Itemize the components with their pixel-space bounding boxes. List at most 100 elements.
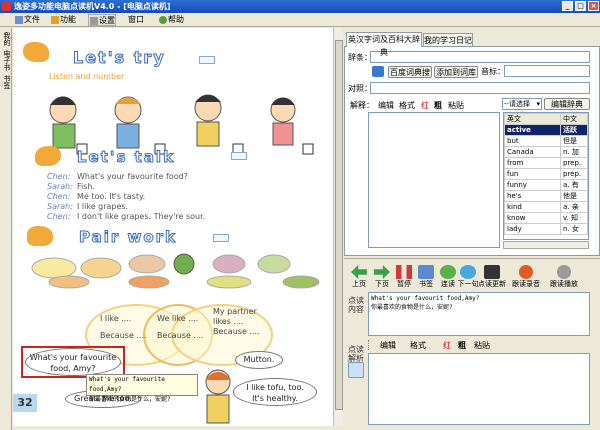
parse-format[interactable]: 格式 bbox=[410, 340, 426, 351]
content-textarea[interactable]: What's your favourit food,Amy? 你最喜欢的食物是什么… bbox=[368, 292, 590, 336]
wordlist-row[interactable]: funny a. 有 bbox=[504, 179, 588, 191]
dialog-line[interactable]: Chen: Me too. It's tasty. bbox=[47, 192, 205, 202]
side-tab-mine[interactable]: 我的 bbox=[1, 32, 11, 46]
venn-middle-text: We like .... Because .... bbox=[157, 314, 204, 340]
page-number: 32 bbox=[13, 394, 37, 412]
minimize-button[interactable]: _ bbox=[562, 1, 573, 11]
playback-button[interactable]: 跟读播放 bbox=[548, 265, 580, 288]
book-scrollbar[interactable] bbox=[333, 28, 343, 426]
toolbar-grip bbox=[368, 340, 374, 350]
continuous-read-button[interactable]: 连读 bbox=[438, 265, 458, 288]
parse-bold[interactable]: 粗 bbox=[458, 340, 466, 351]
side-tab-bookmark[interactable]: 书签 bbox=[1, 75, 11, 89]
word-list[interactable]: 英文 中文 active 活跃 but 但是 Canada n. 加 from prep.… bbox=[503, 112, 589, 240]
side-tab-ebook[interactable]: 电子书 bbox=[1, 50, 11, 71]
dialog-block: Chen: What's your favourite food? Sarah: F… bbox=[47, 172, 205, 222]
word-input[interactable] bbox=[370, 51, 590, 63]
continuous-icon bbox=[440, 265, 456, 279]
parse-edit[interactable]: 编辑 bbox=[380, 340, 396, 351]
magnifier-icon[interactable] bbox=[348, 362, 364, 378]
explain-edit[interactable]: 编辑 bbox=[378, 100, 394, 111]
translation-label: 对照： bbox=[348, 84, 372, 93]
baidu-dict-button[interactable]: 百度词典搜 bbox=[388, 66, 432, 78]
menu-window[interactable]: 窗口 bbox=[128, 14, 144, 26]
prev-page-button[interactable]: 上页 bbox=[349, 265, 369, 288]
close-button[interactable]: × bbox=[588, 1, 599, 11]
app-icon bbox=[2, 2, 11, 11]
dialog-line[interactable]: Sarah: Fish. bbox=[47, 182, 205, 192]
menu-help[interactable]: 帮助 bbox=[158, 14, 184, 26]
menu-function[interactable]: 功能 bbox=[50, 14, 76, 26]
pause-icon bbox=[396, 265, 412, 279]
wordlist-row[interactable]: from prep. bbox=[504, 157, 588, 169]
menu-file[interactable]: 文件 bbox=[14, 14, 40, 26]
tofu-bubble: I like tofu, too. It's healthy. bbox=[233, 378, 317, 406]
wordlist-header-en[interactable]: 英文 bbox=[504, 113, 561, 125]
venn-left-text: I like .... Because .... bbox=[100, 314, 147, 340]
parse-label: 点读解析 bbox=[348, 345, 364, 363]
audio-icon[interactable] bbox=[231, 152, 247, 160]
dialog-line[interactable]: Chen: What's your favourite food? bbox=[47, 172, 205, 182]
dialog-line[interactable]: Chen: I don't like grapes. They're sour. bbox=[47, 212, 205, 222]
next-page-button[interactable]: 下页 bbox=[372, 265, 392, 288]
playback-icon bbox=[557, 265, 571, 279]
category-select[interactable]: --请选择 ▾ bbox=[502, 98, 542, 110]
explain-label: 解释： bbox=[350, 101, 374, 110]
parse-textarea[interactable] bbox=[368, 353, 590, 425]
add-vocab-button[interactable]: 添加到词库 bbox=[434, 66, 478, 78]
wordlist-hscrollbar[interactable] bbox=[503, 241, 589, 249]
wordlist-row[interactable]: but 但是 bbox=[504, 135, 588, 147]
tab-dictionary[interactable]: 英汉字词及百科大辞典 bbox=[346, 32, 422, 57]
wordlist-header-zh[interactable]: 中文 bbox=[560, 113, 588, 125]
question-bubble: What's your favourite food, Amy? bbox=[25, 348, 121, 376]
book-page[interactable]: Let's try Listen and number Let's talk C… bbox=[13, 28, 333, 426]
left-arrow-icon bbox=[351, 265, 367, 279]
audio-icon[interactable] bbox=[199, 56, 215, 64]
squirrel-icon bbox=[27, 226, 53, 246]
food-illustration bbox=[31, 253, 320, 289]
venn-right-text: My partner likes .... Because .... bbox=[213, 307, 260, 336]
wordlist-row[interactable]: kind a. 亲 bbox=[504, 201, 588, 213]
wordlist-row[interactable]: active 活跃 bbox=[504, 124, 588, 136]
title-bar: 逸姿多功能电脑点读机V4.0 - [电脑点读机] _ □ × bbox=[0, 0, 600, 13]
explain-paste[interactable]: 粘贴 bbox=[448, 100, 464, 111]
menu-bar: 文件 功能 设置 窗口 帮助 bbox=[0, 13, 600, 27]
tab-study-diary[interactable]: 我的学习日记 bbox=[423, 33, 473, 47]
pause-button[interactable]: 暂停 bbox=[394, 265, 414, 288]
squirrel-icon bbox=[23, 42, 49, 62]
squirrel-icon bbox=[35, 146, 61, 166]
translation-input[interactable] bbox=[370, 82, 590, 94]
next-sentence-button[interactable]: 下一句 bbox=[456, 265, 480, 288]
audio-icon[interactable] bbox=[213, 234, 229, 242]
explain-textarea[interactable] bbox=[368, 112, 500, 248]
wordlist-row[interactable]: know v. 知 bbox=[504, 212, 588, 224]
explain-bold[interactable]: 粗 bbox=[434, 100, 442, 111]
phonetic-input[interactable] bbox=[504, 65, 590, 77]
explain-red[interactable]: 红 bbox=[421, 100, 429, 111]
maximize-button[interactable]: □ bbox=[575, 1, 586, 11]
edit-dict-button[interactable]: 编辑辞典 bbox=[544, 98, 590, 110]
menu-settings[interactable]: 设置 bbox=[88, 14, 116, 26]
parse-paste[interactable]: 粘贴 bbox=[474, 340, 490, 351]
wordlist-row[interactable]: he's 他是 bbox=[504, 190, 588, 202]
bookmark-button[interactable]: 书签 bbox=[416, 265, 436, 288]
explain-format[interactable]: 格式 bbox=[399, 100, 415, 111]
record-button[interactable]: 跟读录音 bbox=[510, 265, 542, 288]
girl-illustration bbox=[205, 369, 231, 424]
dialog-line[interactable]: Sarah: I like grapes. bbox=[47, 202, 205, 212]
help-icon bbox=[159, 16, 167, 24]
scroll-thumb[interactable] bbox=[335, 40, 343, 410]
update-button[interactable]: 点读更新 bbox=[478, 265, 506, 288]
bookmark-icon bbox=[418, 265, 434, 279]
parse-red[interactable]: 红 bbox=[443, 340, 451, 351]
function-icon bbox=[51, 16, 59, 24]
wordlist-row[interactable]: lady n. 女 bbox=[504, 223, 588, 235]
window-title: 逸姿多功能电脑点读机V4.0 - [电脑点读机] bbox=[14, 2, 171, 11]
left-side-strip: 我的 电子书 书签 bbox=[0, 28, 12, 430]
speaker-icon[interactable] bbox=[372, 66, 384, 77]
file-icon bbox=[15, 16, 23, 24]
wordlist-row[interactable]: fun prep. bbox=[504, 168, 588, 180]
wordlist-row[interactable]: Canada n. 加 bbox=[504, 146, 588, 158]
film-icon bbox=[484, 265, 500, 279]
chevron-down-icon: ▾ bbox=[536, 100, 540, 108]
